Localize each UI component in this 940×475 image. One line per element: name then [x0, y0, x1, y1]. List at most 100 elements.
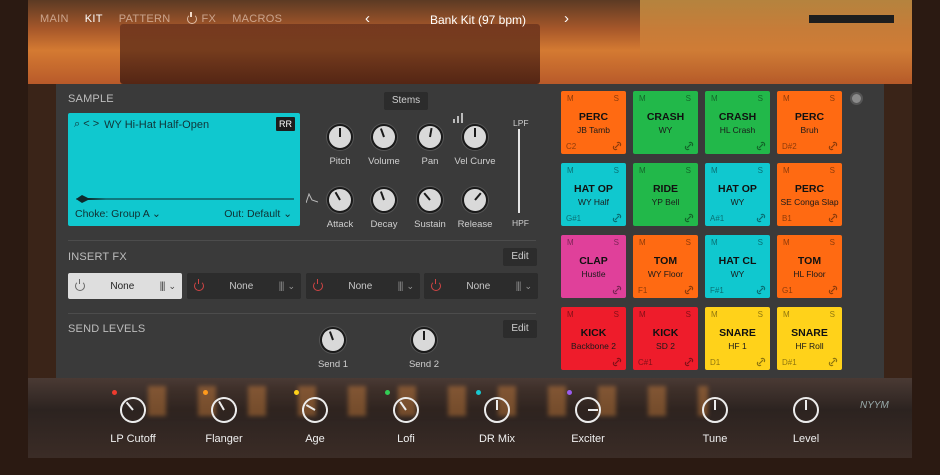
- pad-mute-button[interactable]: M: [567, 166, 574, 175]
- macro-knob[interactable]: [793, 397, 819, 423]
- pad-mute-button[interactable]: M: [639, 166, 646, 175]
- preset-name[interactable]: Bank Kit (97 bpm): [398, 13, 558, 27]
- chevron-down-icon[interactable]: ⌄: [287, 281, 295, 292]
- choke-select[interactable]: Choke: Group A ⌄: [75, 208, 161, 220]
- pad-mute-button[interactable]: M: [567, 238, 574, 247]
- pad-mute-button[interactable]: M: [711, 238, 718, 247]
- prev-preset-icon[interactable]: ‹: [365, 10, 370, 27]
- insert-fx-edit-button[interactable]: Edit: [503, 248, 537, 266]
- link-icon[interactable]: [684, 141, 694, 151]
- drum-pad[interactable]: M S TOM HL Floor G1: [777, 235, 842, 298]
- chevron-down-icon[interactable]: ⌄: [524, 281, 532, 292]
- pad-mute-button[interactable]: M: [711, 310, 718, 319]
- link-icon[interactable]: [756, 141, 766, 151]
- pad-solo-button[interactable]: S: [830, 94, 835, 103]
- attack-knob[interactable]: [322, 182, 358, 218]
- insert-fx-slot-1[interactable]: None ||| ⌄: [68, 273, 182, 299]
- grip-icon[interactable]: |||: [279, 281, 285, 292]
- tab-kit[interactable]: KIT: [85, 13, 103, 25]
- drum-pad[interactable]: M S CLAP Hustle: [561, 235, 626, 298]
- pad-mute-button[interactable]: M: [567, 310, 574, 319]
- pad-solo-button[interactable]: S: [830, 166, 835, 175]
- drum-pad[interactable]: M S HAT OP WY A#1: [705, 163, 770, 226]
- pad-solo-button[interactable]: S: [758, 310, 763, 319]
- settings-icon[interactable]: [850, 92, 863, 105]
- power-icon[interactable]: [194, 279, 204, 291]
- release-knob[interactable]: [456, 181, 494, 219]
- drum-pad[interactable]: M S SNARE HF 1 D1: [705, 307, 770, 370]
- macro-knob[interactable]: [575, 397, 601, 423]
- volume-knob[interactable]: [367, 120, 401, 154]
- power-icon[interactable]: [431, 279, 441, 291]
- grip-icon[interactable]: |||: [516, 281, 522, 292]
- pad-mute-button[interactable]: M: [711, 166, 718, 175]
- link-icon[interactable]: [612, 213, 622, 223]
- pad-mute-button[interactable]: M: [783, 94, 790, 103]
- drum-pad[interactable]: M S RIDE YP Bell: [633, 163, 698, 226]
- drum-pad[interactable]: M S PERC Bruh D#2: [777, 91, 842, 154]
- drum-pad[interactable]: M S CRASH WY: [633, 91, 698, 154]
- vel-curve-knob[interactable]: [462, 124, 488, 150]
- tab-main[interactable]: MAIN: [40, 13, 69, 25]
- link-icon[interactable]: [756, 285, 766, 295]
- link-icon[interactable]: [756, 357, 766, 367]
- grip-icon[interactable]: |||: [398, 281, 404, 292]
- pad-solo-button[interactable]: S: [830, 310, 835, 319]
- insert-fx-slot-3[interactable]: None ||| ⌄: [306, 273, 420, 299]
- grip-icon[interactable]: |||: [160, 281, 166, 292]
- drum-pad[interactable]: M S TOM WY Floor F1: [633, 235, 698, 298]
- decay-knob[interactable]: [367, 183, 401, 217]
- link-icon[interactable]: [612, 285, 622, 295]
- sustain-knob[interactable]: [411, 181, 449, 219]
- pad-solo-button[interactable]: S: [686, 238, 691, 247]
- pad-solo-button[interactable]: S: [758, 166, 763, 175]
- chevron-down-icon[interactable]: ⌄: [168, 281, 176, 292]
- link-icon[interactable]: [828, 357, 838, 367]
- power-icon[interactable]: [186, 12, 197, 24]
- pad-mute-button[interactable]: M: [639, 238, 646, 247]
- pad-solo-button[interactable]: S: [614, 310, 619, 319]
- pad-solo-button[interactable]: S: [686, 310, 691, 319]
- macro-knob[interactable]: [484, 397, 510, 423]
- drum-pad[interactable]: M S SNARE HF Roll D#1: [777, 307, 842, 370]
- chevron-down-icon[interactable]: ⌄: [406, 281, 414, 292]
- round-robin-button[interactable]: RR: [276, 117, 295, 131]
- pad-solo-button[interactable]: S: [614, 94, 619, 103]
- pad-mute-button[interactable]: M: [639, 310, 646, 319]
- drum-pad[interactable]: M S HAT OP WY Half G#1: [561, 163, 626, 226]
- link-icon[interactable]: [684, 357, 694, 367]
- insert-fx-slot-2[interactable]: None ||| ⌄: [187, 273, 301, 299]
- link-icon[interactable]: [756, 213, 766, 223]
- link-icon[interactable]: [828, 213, 838, 223]
- pad-mute-button[interactable]: M: [567, 94, 574, 103]
- drum-pad[interactable]: M S CRASH HL Crash: [705, 91, 770, 154]
- pad-mute-button[interactable]: M: [783, 310, 790, 319]
- link-icon[interactable]: [684, 213, 694, 223]
- filter-fader[interactable]: [518, 129, 520, 213]
- pad-mute-button[interactable]: M: [639, 94, 646, 103]
- pad-solo-button[interactable]: S: [830, 238, 835, 247]
- pad-solo-button[interactable]: S: [614, 166, 619, 175]
- sample-display[interactable]: ⌕ < > WY Hi-Hat Half-Open RR Choke: Grou…: [68, 113, 300, 226]
- pad-mute-button[interactable]: M: [783, 166, 790, 175]
- tab-fx[interactable]: FX: [186, 12, 217, 25]
- pan-knob[interactable]: [414, 121, 446, 153]
- send-1-knob[interactable]: [316, 323, 350, 357]
- pad-solo-button[interactable]: S: [686, 166, 691, 175]
- macro-knob[interactable]: [702, 397, 728, 423]
- stems-button[interactable]: Stems: [384, 92, 428, 110]
- link-icon[interactable]: [612, 357, 622, 367]
- link-icon[interactable]: [828, 141, 838, 151]
- pad-solo-button[interactable]: S: [614, 238, 619, 247]
- next-preset-icon[interactable]: ›: [564, 10, 569, 27]
- power-icon[interactable]: [313, 279, 323, 291]
- send-2-knob[interactable]: [411, 327, 437, 353]
- pad-solo-button[interactable]: S: [686, 94, 691, 103]
- drum-pad[interactable]: M S KICK Backbone 2: [561, 307, 626, 370]
- power-icon[interactable]: [75, 279, 85, 291]
- output-select[interactable]: Out: Default ⌄: [224, 208, 292, 220]
- insert-fx-slot-4[interactable]: None ||| ⌄: [424, 273, 538, 299]
- link-icon[interactable]: [684, 285, 694, 295]
- drum-pad[interactable]: M S PERC JB Tamb C2: [561, 91, 626, 154]
- tab-pattern[interactable]: PATTERN: [119, 13, 171, 25]
